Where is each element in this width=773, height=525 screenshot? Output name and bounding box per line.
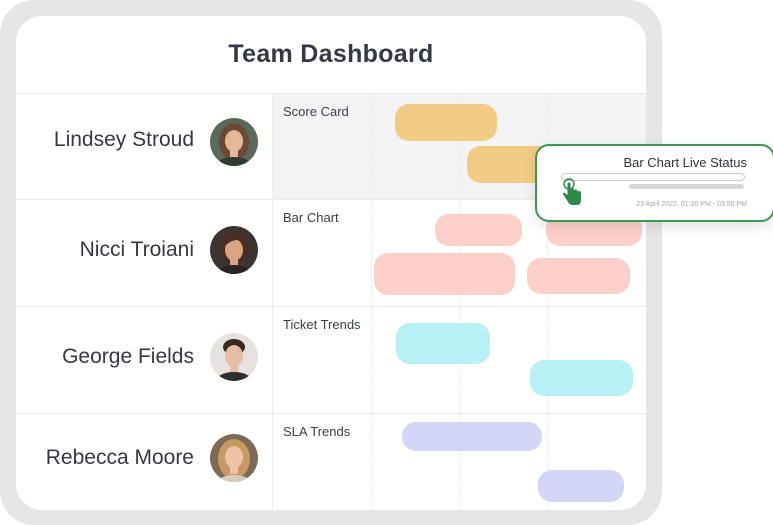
grid-line (371, 200, 373, 307)
avatar[interactable] (210, 333, 258, 381)
page-title: Team Dashboard (228, 40, 434, 68)
task-bar[interactable] (538, 470, 624, 502)
avatar-image (210, 434, 258, 482)
member-name: Lindsey Stroud (53, 128, 194, 151)
task-bar[interactable] (530, 360, 633, 396)
team-row: George Fields Ticket Trends (16, 306, 646, 414)
live-status-popup[interactable]: Bar Chart Live Status 23 April 2022, 01:… (535, 144, 773, 222)
task-bar[interactable] (374, 253, 515, 295)
task-label: Score Card (283, 104, 349, 119)
status-progress-track[interactable] (561, 173, 745, 181)
popup-title: Bar Chart Live Status (623, 155, 747, 170)
status-time-range: 23 April 2022, 01:20 PM - 03:50 PM (636, 201, 747, 208)
avatar[interactable] (210, 118, 258, 166)
task-bar[interactable] (402, 422, 542, 451)
task-bar[interactable] (395, 104, 497, 141)
team-row: Rebecca Moore SLA Trends (16, 413, 646, 510)
task-label: Ticket Trends (283, 317, 361, 332)
task-label: SLA Trends (283, 424, 351, 439)
hand-pointer-icon (561, 178, 585, 208)
task-bar[interactable] (527, 258, 630, 294)
task-bar[interactable] (396, 323, 490, 364)
member-cell: Rebecca Moore (16, 414, 272, 510)
avatar[interactable] (210, 226, 258, 274)
member-cell: George Fields (16, 307, 272, 414)
task-track: Ticket Trends (272, 307, 646, 414)
avatar-image (210, 333, 258, 381)
member-cell: Nicci Troiani (16, 200, 272, 307)
avatar[interactable] (210, 434, 258, 482)
grid-line (371, 414, 373, 510)
member-name: Nicci Troiani (79, 238, 194, 261)
status-subline (629, 184, 744, 189)
task-bar[interactable] (435, 214, 522, 246)
task-track: SLA Trends (272, 414, 646, 510)
grid-line (371, 307, 373, 414)
member-cell: Lindsey Stroud (16, 94, 272, 200)
avatar-image (210, 118, 258, 166)
task-label: Bar Chart (283, 210, 339, 225)
avatar-image (210, 226, 258, 274)
grid-line (371, 94, 373, 200)
team-dashboard-card: Team Dashboard Lindsey Stroud Score Card (16, 16, 646, 510)
member-name: George Fields (62, 345, 194, 368)
member-name: Rebecca Moore (45, 446, 194, 469)
